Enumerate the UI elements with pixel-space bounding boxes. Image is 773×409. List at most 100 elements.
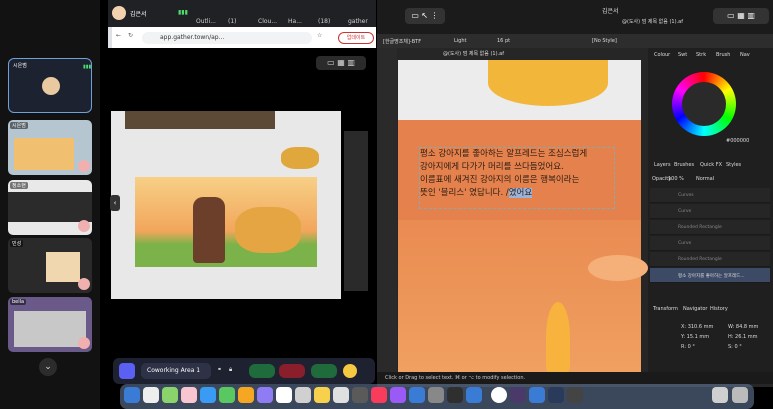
canvas-background	[398, 220, 641, 372]
browser-tab[interactable]: Clou...	[258, 18, 277, 25]
screen-share-thumb	[46, 252, 80, 282]
update-button[interactable]: 업데이트	[338, 32, 374, 44]
emoji-icon[interactable]	[343, 364, 357, 378]
calendar-icon[interactable]	[276, 387, 292, 403]
participant-thumb[interactable]: 정소현	[8, 180, 92, 235]
url-field[interactable]: app.gather.town/ap...	[142, 32, 312, 44]
photos-icon[interactable]	[181, 387, 197, 403]
layer-row[interactable]: Rounded Rectangle	[650, 220, 770, 235]
y-field[interactable]: Y: 15.1 mm	[681, 334, 709, 340]
text-line: 평소 강아지를 좋아하는 알프레드는 조심스럽게	[420, 149, 588, 159]
music-icon[interactable]	[371, 387, 387, 403]
style-select[interactable]: [No Style]	[592, 38, 617, 44]
panel-tab[interactable]: Nav	[740, 52, 750, 58]
browser-tab[interactable]: (1)	[228, 18, 237, 25]
layer-row[interactable]: Curves	[650, 188, 770, 203]
settings-icon[interactable]	[428, 387, 444, 403]
panel-tab[interactable]: Layers	[654, 162, 671, 168]
layer-row[interactable]: Rounded Rectangle	[650, 252, 770, 267]
app-icon[interactable]	[529, 387, 545, 403]
reload-icon[interactable]: ↻	[128, 32, 133, 39]
panel-tab[interactable]: Quick FX	[700, 162, 722, 168]
messages-icon[interactable]	[162, 387, 178, 403]
text-frame[interactable]: 평소 강아지를 좋아하는 알프레드는 조심스럽게 강아지에게 다가가 머리를 쓰…	[419, 147, 615, 209]
chevron-down-icon[interactable]: ⌄	[39, 358, 57, 376]
podcasts-icon[interactable]	[390, 387, 406, 403]
contacts-icon[interactable]	[238, 387, 254, 403]
weight-select[interactable]: Light	[454, 38, 466, 44]
notes-icon[interactable]	[314, 387, 330, 403]
trash-icon[interactable]	[732, 387, 748, 403]
browser-tab[interactable]: Outli...	[196, 18, 216, 25]
size-field[interactable]: 16 pt	[497, 38, 510, 44]
tv-icon[interactable]	[352, 387, 368, 403]
appstore-icon[interactable]	[409, 387, 425, 403]
doc-tab[interactable]: @(도사) 덤 제목 없음 (1).af	[443, 50, 504, 57]
tools-panel	[377, 48, 397, 372]
layer-row[interactable]: Curve	[650, 204, 770, 219]
app-icon[interactable]	[567, 387, 583, 403]
x-field[interactable]: X: 310.6 mm	[681, 324, 713, 330]
view-toggle[interactable]: ▭ ↖ ⋮	[405, 8, 445, 24]
browser-tab[interactable]: (18)	[318, 18, 330, 25]
screen-share[interactable]	[111, 111, 368, 299]
screen-share-button[interactable]	[311, 364, 337, 378]
layer-row[interactable]: Curve	[650, 236, 770, 251]
chrome-icon[interactable]	[491, 387, 507, 403]
mail-icon[interactable]	[200, 387, 216, 403]
layer-row-selected[interactable]: 평소 강아지를 좋아하는 알프레드...	[650, 268, 770, 283]
participant-name: 시은범	[10, 122, 28, 129]
participant-thumb[interactable]: bella	[8, 297, 92, 352]
panel-tab[interactable]: Navigator	[683, 306, 707, 312]
back-icon[interactable]: ←	[116, 32, 121, 39]
camera-button[interactable]	[279, 364, 305, 378]
avatar	[78, 220, 90, 232]
panel-tab[interactable]: Swt	[678, 52, 687, 58]
r-field[interactable]: R: 0 °	[681, 344, 695, 350]
mic-button[interactable]	[249, 364, 275, 378]
text-selection: 였어요	[508, 188, 533, 198]
browser-tab[interactable]: gather	[348, 18, 368, 25]
s-field[interactable]: S: 0 °	[728, 344, 742, 350]
panel-tab[interactable]: Strk	[696, 52, 706, 58]
panel-tab[interactable]: Styles	[726, 162, 741, 168]
view-toggle[interactable]: ▭ ▦ ▥	[316, 56, 366, 70]
safari-icon[interactable]	[143, 387, 159, 403]
link-icon[interactable]: ⚭	[217, 366, 222, 373]
view-toggle[interactable]: ▭ ▦ ▥	[713, 8, 769, 24]
w-field[interactable]: W: 84.8 mm	[728, 324, 758, 330]
panel-tab[interactable]: History	[710, 306, 728, 312]
gather-icon[interactable]	[510, 387, 526, 403]
participant-card-pinned[interactable]: 시은범 ▮▮▮	[8, 58, 92, 113]
affinity-icon[interactable]	[548, 387, 564, 403]
text-line: 이름표에 새겨진 강아지의 이름은 행복이라는	[420, 175, 580, 185]
finder-icon[interactable]	[124, 387, 140, 403]
lock-icon[interactable]: 🔒︎	[229, 366, 232, 374]
participant-thumb[interactable]: 민성	[8, 238, 92, 293]
panel-tab[interactable]: Brush	[716, 52, 730, 58]
font-select[interactable]: [한글명조체]-BTF	[383, 38, 421, 45]
panel-tab[interactable]: Colour	[654, 52, 670, 58]
zoom-icon[interactable]	[466, 387, 482, 403]
opacity-field[interactable]: 100 %	[668, 176, 684, 182]
facetime-icon[interactable]	[219, 387, 235, 403]
gather-logo-icon[interactable]	[119, 363, 135, 379]
avatar	[78, 337, 90, 349]
chevron-left-icon[interactable]: ‹	[110, 195, 120, 211]
doc-tab[interactable]: @(도사) 덤 제목 없음 (1).af	[622, 18, 683, 25]
tab-bar: 김은서 ▮▮▮ Outli... (1) Clou... Ha... (18) …	[108, 0, 376, 27]
panel-tab[interactable]: Brushes	[674, 162, 694, 168]
participant-thumb[interactable]: 시은범	[8, 120, 92, 175]
maps-icon[interactable]	[333, 387, 349, 403]
blend-select[interactable]: Normal	[696, 176, 714, 182]
terminal-icon[interactable]	[447, 387, 463, 403]
reminders-icon[interactable]	[295, 387, 311, 403]
star-icon[interactable]: ☆	[317, 32, 322, 39]
canvas-sky	[398, 60, 641, 120]
downloads-icon[interactable]	[712, 387, 728, 403]
panel-tab[interactable]: Transform	[653, 306, 678, 312]
browser-tab[interactable]: Ha...	[288, 18, 302, 25]
h-field[interactable]: H: 26.1 mm	[728, 334, 758, 340]
hex-field[interactable]: #000000	[726, 138, 749, 144]
shortcuts-icon[interactable]	[257, 387, 273, 403]
